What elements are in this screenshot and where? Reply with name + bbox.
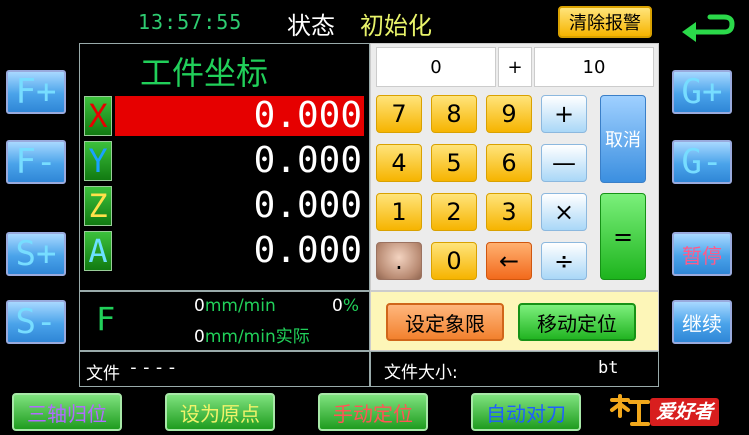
g-minus-button[interactable]: G-	[672, 140, 732, 184]
key-divide[interactable]: ÷	[541, 242, 587, 280]
feed-percent-sign: %	[342, 296, 359, 316]
return-arrow-icon	[682, 14, 735, 42]
feed-percent-value: 0	[332, 296, 343, 316]
f-plus-button[interactable]: F+	[6, 70, 66, 114]
axis-y-label[interactable]: Y	[84, 141, 112, 181]
axis-a-value[interactable]: 0.000	[115, 232, 364, 270]
key-2[interactable]: 2	[431, 193, 477, 231]
operator-field[interactable]: +	[498, 47, 532, 87]
operand2-field[interactable]: 10	[534, 47, 654, 87]
s-minus-button[interactable]: S-	[6, 300, 66, 344]
file-label: 文件	[86, 364, 120, 384]
auto-tool-set-button[interactable]: 自动对刀	[471, 393, 581, 431]
feed-actual-value: 0	[194, 327, 205, 347]
feed-speed: 0mm/min	[194, 296, 276, 316]
key-plus[interactable]: +	[541, 95, 587, 133]
equals-button[interactable]: =	[600, 193, 646, 280]
feed-percent: 0%	[332, 296, 359, 316]
clear-alarm-button[interactable]: 清除报警	[558, 6, 652, 38]
key-0[interactable]: 0	[431, 242, 477, 280]
file-name: ----	[128, 357, 180, 378]
key-backspace[interactable]: ←	[486, 242, 532, 280]
coordinates-title: 工件坐标	[140, 54, 269, 92]
key-minus[interactable]: —	[541, 144, 587, 182]
key-5[interactable]: 5	[431, 144, 477, 182]
key-dot[interactable]: .	[376, 242, 422, 280]
move-position-button[interactable]: 移动定位	[518, 303, 636, 341]
axis-x-label[interactable]: X	[84, 96, 112, 136]
key-6[interactable]: 6	[486, 144, 532, 182]
file-panel	[79, 351, 370, 387]
feed-actual-unit: mm/min实际	[204, 327, 310, 347]
brand-logo: 爱好者	[608, 392, 736, 432]
key-1[interactable]: 1	[376, 193, 422, 231]
feed-label: F	[96, 300, 116, 338]
state-value: 初始化	[360, 12, 432, 40]
file-size-unit: bt	[598, 358, 619, 378]
state-label: 状态	[287, 12, 335, 40]
set-quadrant-button[interactable]: 设定象限	[386, 303, 504, 341]
time-display: 13:57:55	[138, 10, 243, 34]
resume-button[interactable]: 继续	[672, 300, 732, 344]
key-8[interactable]: 8	[431, 95, 477, 133]
g-plus-button[interactable]: G+	[672, 70, 732, 114]
key-3[interactable]: 3	[486, 193, 532, 231]
key-multiply[interactable]: ×	[541, 193, 587, 231]
logo-mark-icon	[610, 394, 650, 426]
feed-actual: 0mm/min实际	[194, 322, 310, 347]
feed-speed-unit: mm/min	[204, 296, 276, 316]
manual-position-button[interactable]: 手动定位	[318, 393, 428, 431]
pause-button[interactable]: 暂停	[672, 232, 732, 276]
s-plus-button[interactable]: S+	[6, 232, 66, 276]
key-9[interactable]: 9	[486, 95, 532, 133]
cancel-button[interactable]: 取消	[600, 95, 646, 183]
key-4[interactable]: 4	[376, 144, 422, 182]
key-7[interactable]: 7	[376, 95, 422, 133]
axis-z-value[interactable]: 0.000	[115, 187, 364, 225]
axis-x-value[interactable]: 0.000	[115, 97, 364, 135]
set-origin-button[interactable]: 设为原点	[165, 393, 275, 431]
axis-y-value[interactable]: 0.000	[115, 142, 364, 180]
file-size-label: 文件大小:	[384, 363, 458, 383]
logo-text: 爱好者	[650, 398, 720, 426]
operand1-field[interactable]: 0	[376, 47, 496, 87]
f-minus-button[interactable]: F-	[6, 140, 66, 184]
axis-a-label[interactable]: A	[84, 231, 112, 271]
home-three-axes-button[interactable]: 三轴归位	[12, 393, 122, 431]
feed-speed-value: 0	[194, 296, 205, 316]
back-button[interactable]	[680, 12, 736, 46]
axis-z-label[interactable]: Z	[84, 186, 112, 226]
